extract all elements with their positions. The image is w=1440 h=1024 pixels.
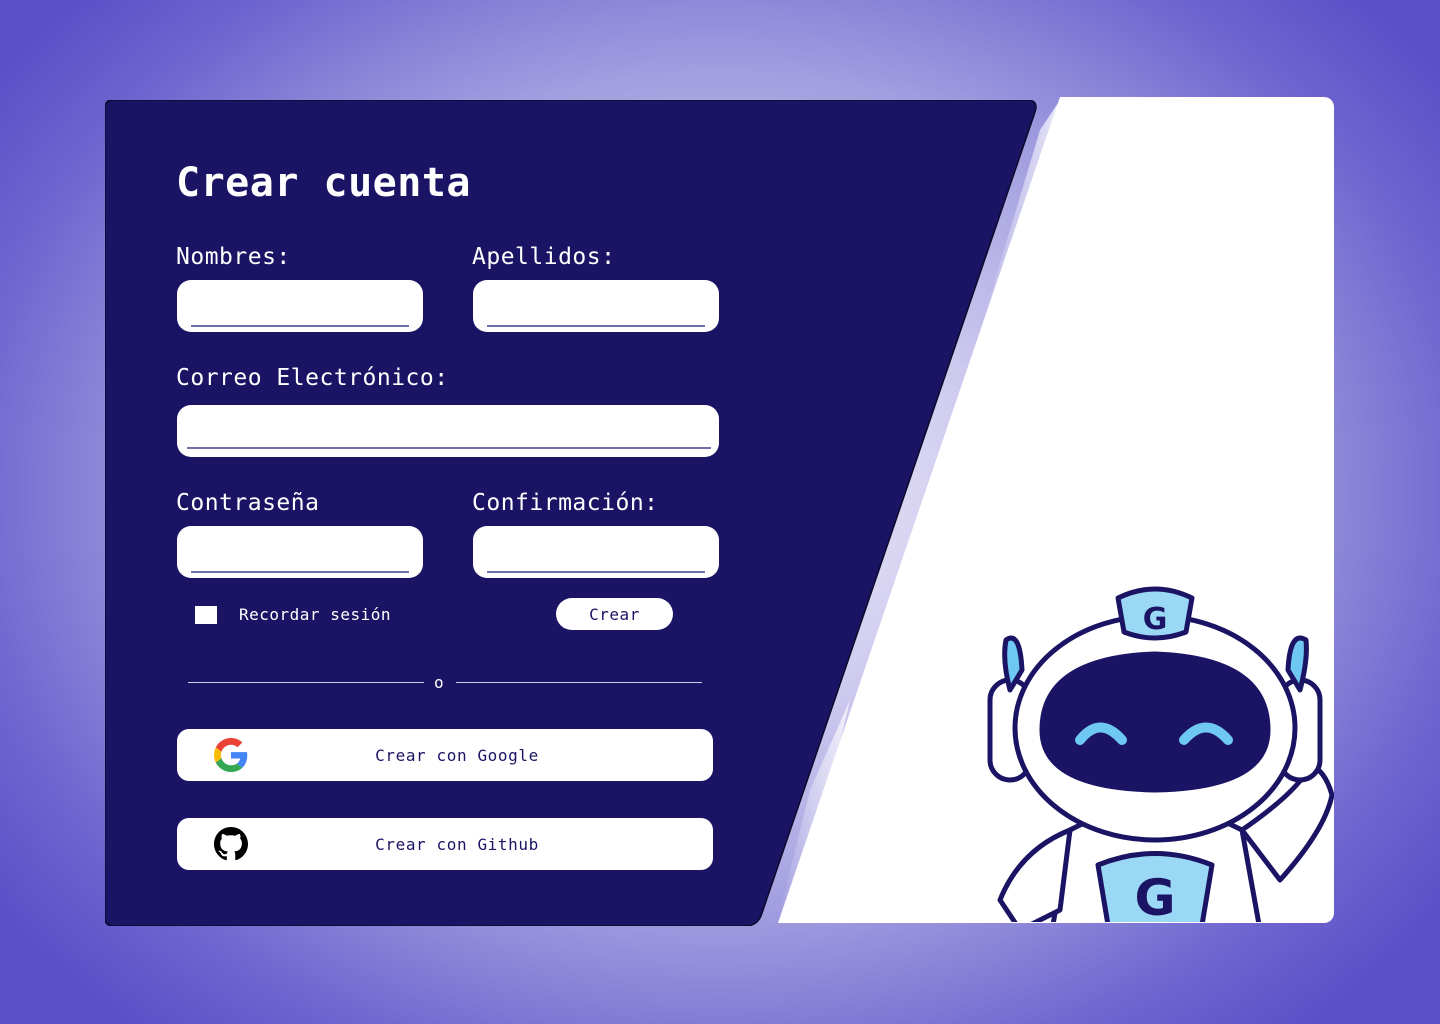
remember-checkbox[interactable] <box>194 605 218 625</box>
signup-panel: Crear cuenta Nombres: Apellidos: Correo … <box>105 100 1037 926</box>
signup-form: Crear cuenta Nombres: Apellidos: Correo … <box>105 100 1037 926</box>
last-name-input[interactable] <box>487 297 705 327</box>
first-name-input[interactable] <box>191 297 409 327</box>
divider-left <box>188 682 424 683</box>
create-button[interactable]: Crear <box>556 598 673 630</box>
google-signup-button[interactable]: Crear con Google <box>177 729 713 781</box>
divider-text: o <box>434 673 444 692</box>
confirm-password-input[interactable] <box>487 543 705 573</box>
svg-text:G: G <box>1143 602 1168 637</box>
divider-right <box>456 682 702 683</box>
email-field[interactable] <box>177 405 719 457</box>
email-label: Correo Electrónico: <box>176 365 449 391</box>
first-name-label: Nombres: <box>176 244 291 270</box>
last-name-label: Apellidos: <box>472 244 616 270</box>
password-label: Contraseña <box>176 490 320 516</box>
password-input[interactable] <box>191 543 409 573</box>
first-name-field[interactable] <box>177 280 423 332</box>
page-title: Crear cuenta <box>176 160 471 206</box>
password-field[interactable] <box>177 526 423 578</box>
github-signup-button[interactable]: Crear con Github <box>177 818 713 870</box>
confirm-password-field[interactable] <box>473 526 719 578</box>
last-name-field[interactable] <box>473 280 719 332</box>
google-signup-label: Crear con Google <box>375 746 539 765</box>
github-signup-label: Crear con Github <box>375 835 539 854</box>
robot-mascot: G G <box>987 586 1334 923</box>
confirm-password-label: Confirmación: <box>472 490 659 516</box>
svg-text:G: G <box>1134 869 1175 923</box>
email-input[interactable] <box>187 419 711 449</box>
remember-label: Recordar sesión <box>239 605 391 624</box>
